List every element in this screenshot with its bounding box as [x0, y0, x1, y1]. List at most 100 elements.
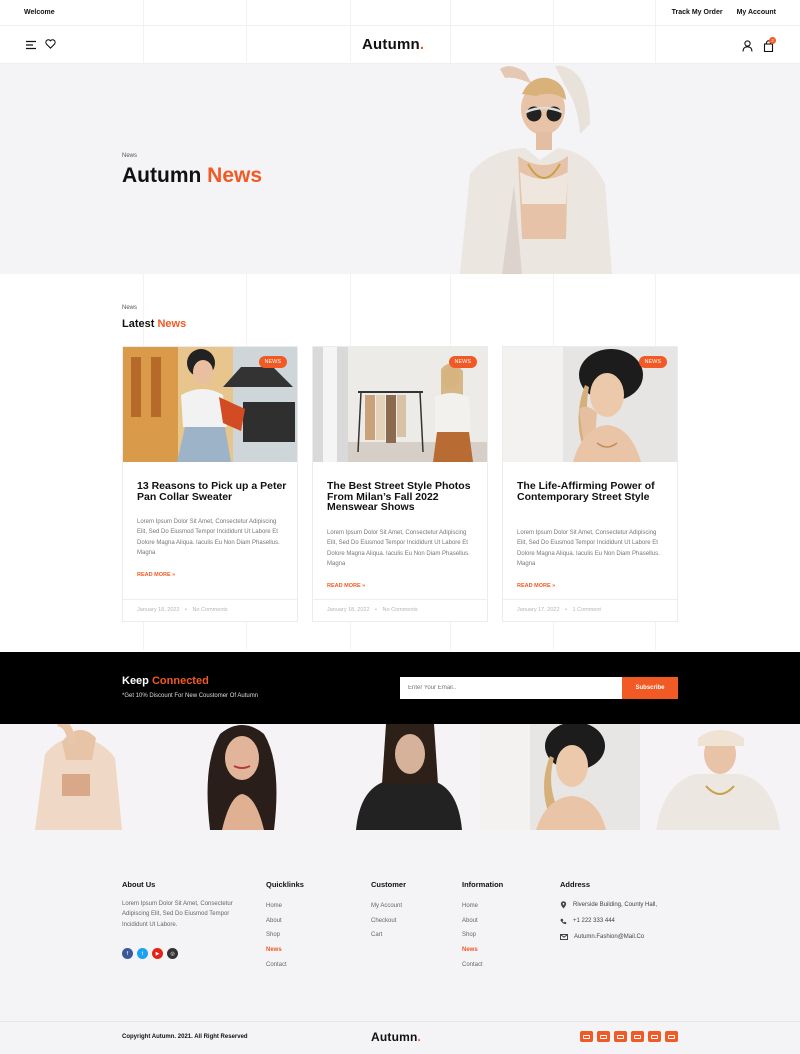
- menu-icon[interactable]: [24, 38, 38, 52]
- email-input[interactable]: [400, 677, 622, 699]
- address-block: Riverside Building, County Hall, +1 222 …: [560, 897, 657, 945]
- gallery-image[interactable]: [480, 724, 640, 830]
- quicklinks-heading: Quicklinks: [266, 880, 304, 889]
- hero-breadcrumb: News: [122, 153, 138, 159]
- news-card-date: January 18, 2022: [137, 607, 180, 613]
- footer-link-shop[interactable]: Shop: [462, 932, 483, 947]
- track-order-link[interactable]: Track My Order: [672, 9, 723, 16]
- address-text: Riverside Building, County Hall,: [573, 902, 658, 908]
- information-heading: Information: [462, 880, 504, 889]
- footer-link-news[interactable]: News: [462, 947, 483, 962]
- heart-icon[interactable]: [43, 37, 57, 51]
- payment-card-icon: [648, 1031, 661, 1042]
- footer-link-shop[interactable]: Shop: [266, 932, 287, 947]
- cart-count-badge: 2: [769, 37, 776, 44]
- footer-link-about[interactable]: About: [266, 918, 287, 933]
- social-links: f t ▶ ◎: [122, 948, 178, 959]
- news-card-meta: January 18, 2022 • No Comments: [123, 599, 297, 621]
- news-card-date: January 18, 2022: [327, 607, 370, 613]
- read-more-link[interactable]: READ MORE »: [327, 583, 365, 589]
- top-bar: Welcome Track My Order My Account: [0, 0, 800, 26]
- hero-title: Autumn News: [122, 164, 263, 187]
- phone-icon: [560, 918, 567, 924]
- payment-card-icon: [665, 1031, 678, 1042]
- hero-banner: News Autumn News: [0, 64, 800, 274]
- instagram-gallery: [0, 724, 800, 830]
- email-row: Autumn.Fashion@Mail.Co: [560, 929, 657, 945]
- information-list: Home About Shop News Contact: [462, 903, 483, 976]
- footer-logo[interactable]: Autumn.: [371, 1030, 421, 1044]
- about-heading: About Us: [122, 880, 156, 889]
- news-card-title[interactable]: 13 Reasons to Pick up a Peter Pan Collar…: [137, 481, 287, 502]
- footer-link-news[interactable]: News: [266, 947, 287, 962]
- news-card-title[interactable]: The Best Street Style Photos From Milan’…: [327, 481, 477, 513]
- newsletter-subtitle: *Get 10% Discount For New Coustomer Of A…: [122, 693, 259, 699]
- payment-card-icon: [631, 1031, 644, 1042]
- facebook-icon[interactable]: f: [122, 948, 133, 959]
- news-card[interactable]: NEWS The Best Street Style Photos From M…: [312, 346, 488, 622]
- payment-card-icon: [580, 1031, 593, 1042]
- news-card-image[interactable]: NEWS: [123, 347, 297, 462]
- news-card-excerpt: Lorem Ipsum Dolor Sit Amet, Consectetur …: [327, 530, 470, 568]
- user-icon[interactable]: [740, 39, 754, 53]
- phone-row: +1 222 333 444: [560, 913, 657, 929]
- welcome-text: Welcome: [24, 9, 55, 16]
- gallery-image[interactable]: [0, 724, 160, 830]
- news-card-image[interactable]: NEWS: [313, 347, 487, 462]
- news-card-excerpt: Lorem Ipsum Dolor Sit Amet, Consectetur …: [517, 530, 660, 568]
- footer-link-home[interactable]: Home: [266, 903, 287, 918]
- news-card[interactable]: NEWS 13 Reasons to Pick up a Peter Pan C…: [122, 346, 298, 622]
- news-card[interactable]: NEWS The Life-Affirming Power of Contemp…: [502, 346, 678, 622]
- news-badge: NEWS: [638, 356, 667, 368]
- gallery-image[interactable]: [320, 724, 480, 830]
- news-card-comments[interactable]: No Comments: [193, 607, 228, 613]
- footer-link-contact[interactable]: Contact: [266, 962, 287, 977]
- youtube-icon[interactable]: ▶: [152, 948, 163, 959]
- quicklinks-list: Home About Shop News Contact: [266, 903, 287, 976]
- customer-heading: Customer: [371, 880, 407, 889]
- read-more-link[interactable]: READ MORE »: [137, 572, 175, 578]
- footer-link-cart[interactable]: Cart: [371, 932, 402, 947]
- latest-news-title: Latest News: [122, 318, 187, 330]
- instagram-icon[interactable]: ◎: [167, 948, 178, 959]
- my-account-link[interactable]: My Account: [737, 9, 776, 16]
- news-card-meta: January 17, 2022 • 1 Comment: [503, 599, 677, 621]
- payment-card-icon: [597, 1031, 610, 1042]
- news-badge: NEWS: [448, 356, 477, 368]
- news-card-image[interactable]: NEWS: [503, 347, 677, 462]
- address-row: Riverside Building, County Hall,: [560, 897, 657, 913]
- news-card-comments[interactable]: No Comments: [383, 607, 418, 613]
- address-heading: Address: [560, 880, 591, 889]
- news-card-meta: January 18, 2022 • No Comments: [313, 599, 487, 621]
- subscribe-button[interactable]: Subscribe: [622, 677, 678, 699]
- latest-breadcrumb: News: [122, 305, 138, 311]
- gallery-image[interactable]: [160, 724, 320, 830]
- copyright-text: Copyright Autumn. 2021. All Right Reserv…: [122, 1034, 248, 1040]
- top-links: Track My Order My Account: [672, 9, 776, 16]
- hero-model-image: [460, 65, 612, 274]
- news-card-excerpt: Lorem Ipsum Dolor Sit Amet, Consectetur …: [137, 519, 280, 557]
- site-header: Autumn. 2: [0, 26, 800, 64]
- news-card-date: January 17, 2022: [517, 607, 560, 613]
- footer-link-home[interactable]: Home: [462, 903, 483, 918]
- location-icon: [560, 901, 567, 909]
- footer-link-checkout[interactable]: Checkout: [371, 918, 402, 933]
- mail-icon: [560, 934, 568, 940]
- about-text: Lorem Ipsum Dolor Sit Amet, Consectetur …: [122, 901, 233, 928]
- phone-text[interactable]: +1 222 333 444: [573, 918, 615, 924]
- footer-link-my-account[interactable]: My Account: [371, 903, 402, 918]
- gallery-image[interactable]: [640, 724, 800, 830]
- news-card-title[interactable]: The Life-Affirming Power of Contemporary…: [517, 481, 667, 502]
- news-card-comments[interactable]: 1 Comment: [573, 607, 601, 613]
- read-more-link[interactable]: READ MORE »: [517, 583, 555, 589]
- newsletter-title: Keep Connected: [122, 675, 209, 687]
- footer-link-contact[interactable]: Contact: [462, 962, 483, 977]
- payment-icons: [580, 1031, 678, 1042]
- customer-list: My Account Checkout Cart: [371, 903, 402, 947]
- site-logo[interactable]: Autumn.: [362, 36, 424, 53]
- payment-card-icon: [614, 1031, 627, 1042]
- footer-link-about[interactable]: About: [462, 918, 483, 933]
- news-badge: NEWS: [258, 356, 287, 368]
- email-text[interactable]: Autumn.Fashion@Mail.Co: [574, 934, 644, 940]
- twitter-icon[interactable]: t: [137, 948, 148, 959]
